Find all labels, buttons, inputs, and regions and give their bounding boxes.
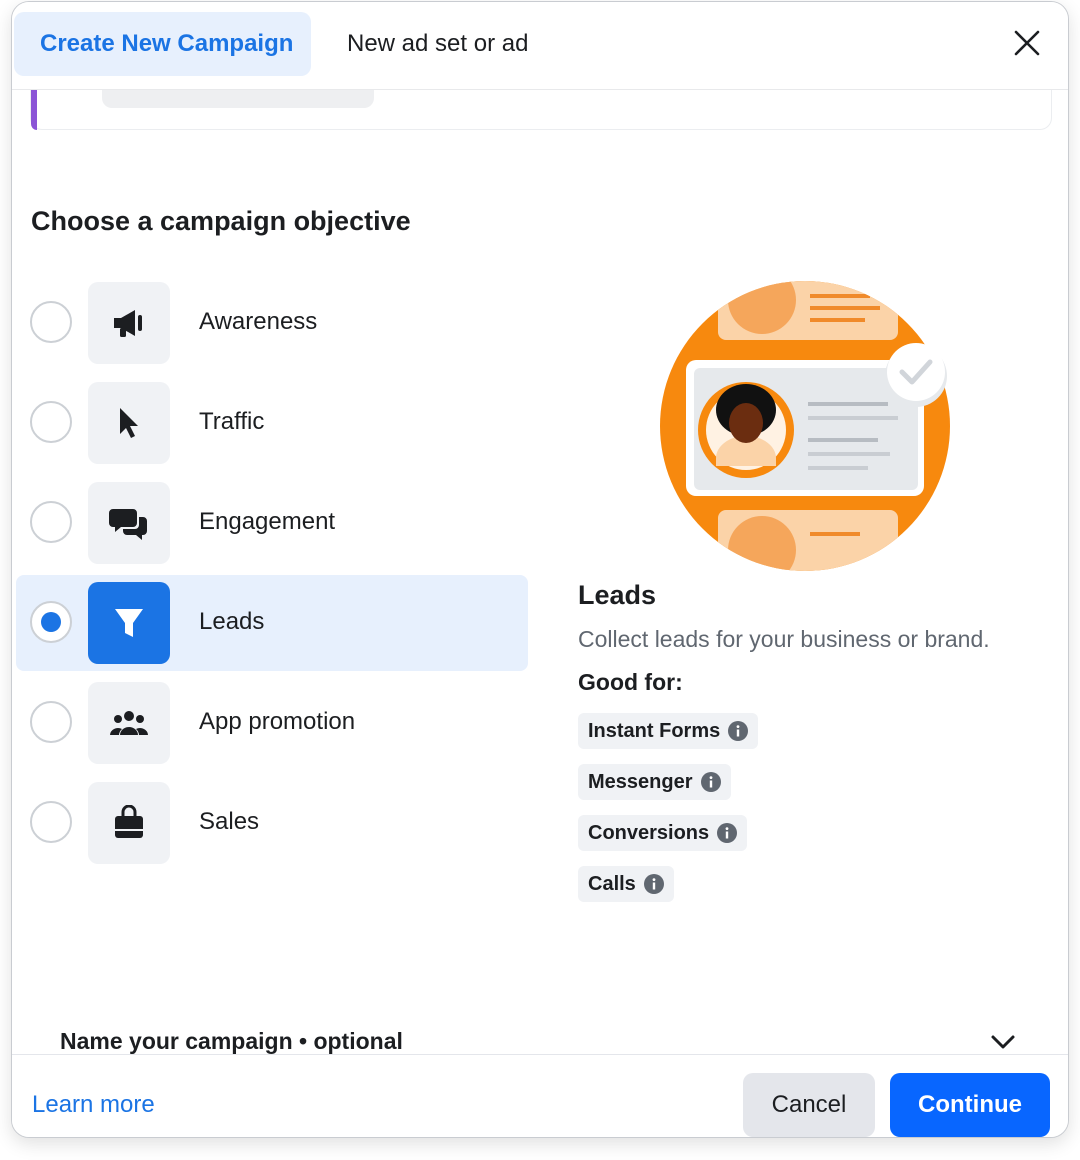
objective-icon-tile xyxy=(88,482,170,564)
info-icon[interactable] xyxy=(728,721,749,741)
objective-icon-tile xyxy=(88,582,170,664)
create-campaign-dialog: Create New Campaign New ad set or ad Cho… xyxy=(11,1,1069,1138)
chevron-down-icon[interactable] xyxy=(990,1032,1016,1052)
info-icon[interactable] xyxy=(717,823,738,843)
close-icon[interactable] xyxy=(1012,28,1042,58)
objective-label: Awareness xyxy=(199,308,318,335)
objective-radio-checked[interactable] xyxy=(30,601,72,643)
objective-engagement[interactable]: Engagement xyxy=(16,475,528,571)
shopping-bag-icon xyxy=(115,805,143,838)
chat-bubbles-icon xyxy=(109,509,147,540)
objective-radio[interactable] xyxy=(30,301,72,343)
continue-button[interactable]: Continue xyxy=(890,1073,1050,1137)
objective-detail-title: Leads xyxy=(578,580,657,610)
dialog-header: Create New Campaign New ad set or ad xyxy=(12,2,1068,90)
funnel-icon xyxy=(115,609,143,637)
objective-radio[interactable] xyxy=(30,501,72,543)
objective-icon-tile xyxy=(88,282,170,364)
objective-radio[interactable] xyxy=(30,701,72,743)
chip-label: Calls xyxy=(588,872,636,895)
objective-radio[interactable] xyxy=(30,801,72,843)
cursor-icon xyxy=(120,408,138,438)
name-campaign-toggle[interactable]: Name your campaign • optional xyxy=(60,1028,403,1055)
chip-messenger[interactable]: Messenger xyxy=(578,764,731,800)
people-icon xyxy=(110,711,148,735)
chip-label: Conversions xyxy=(588,821,710,844)
info-icon[interactable] xyxy=(643,874,664,894)
chip-label: Instant Forms xyxy=(588,719,721,742)
tab-new-ad-set-or-ad[interactable]: New ad set or ad xyxy=(347,12,528,76)
leads-illustration xyxy=(660,281,950,571)
tab-create-new-campaign[interactable]: Create New Campaign xyxy=(14,12,311,76)
megaphone-icon xyxy=(114,310,142,337)
chip-conversions[interactable]: Conversions xyxy=(578,815,748,851)
section-title: Choose a campaign objective xyxy=(31,206,411,236)
objective-icon-tile xyxy=(88,382,170,464)
learn-more-link[interactable]: Learn more xyxy=(32,1091,155,1119)
objective-label: Leads xyxy=(199,608,265,635)
chip-calls[interactable]: Calls xyxy=(578,866,674,902)
chip-label: Messenger xyxy=(588,770,693,793)
good-for-label: Good for: xyxy=(578,669,683,695)
objective-app-promotion[interactable]: App promotion xyxy=(16,675,528,771)
info-icon[interactable] xyxy=(700,772,721,792)
objective-icon-tile xyxy=(88,782,170,864)
objective-detail-description: Collect leads for your business or brand… xyxy=(578,626,990,652)
objective-traffic[interactable]: Traffic xyxy=(16,375,528,471)
objective-sales[interactable]: Sales xyxy=(16,775,528,871)
objective-label: Engagement xyxy=(199,508,336,535)
objective-leads[interactable]: Leads xyxy=(16,575,528,671)
objective-label: Sales xyxy=(199,808,260,835)
objective-label: Traffic xyxy=(199,408,265,435)
chip-instant-forms[interactable]: Instant Forms xyxy=(578,713,759,749)
objective-icon-tile xyxy=(88,682,170,764)
objective-radio[interactable] xyxy=(30,401,72,443)
cancel-button[interactable]: Cancel xyxy=(743,1073,875,1137)
objective-awareness[interactable]: Awareness xyxy=(16,275,528,371)
dialog-footer: Learn more Cancel Continue xyxy=(12,1054,1068,1137)
objective-label: App promotion xyxy=(199,708,356,735)
